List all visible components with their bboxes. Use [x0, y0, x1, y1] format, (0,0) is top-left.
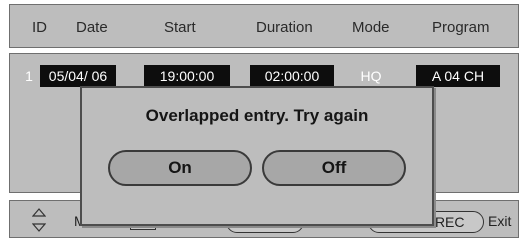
exit-label: Exit: [488, 213, 512, 229]
column-header-date: Date: [76, 19, 108, 36]
on-button[interactable]: On: [108, 150, 252, 186]
dialog-message: Overlapped entry. Try again: [145, 106, 369, 125]
entry-mode[interactable]: HQ: [356, 65, 386, 87]
up-down-arrow-icon: [32, 208, 46, 232]
column-header-bar: ID Date Start Duration Mode Program: [9, 4, 519, 48]
column-header-duration: Duration: [256, 19, 313, 36]
column-header-start: Start: [164, 19, 196, 36]
entry-date[interactable]: 05/04/ 06: [40, 65, 116, 87]
column-header-program: Program: [432, 19, 490, 36]
entry-duration[interactable]: 02:00:00: [250, 65, 334, 87]
column-header-mode: Mode: [352, 19, 390, 36]
column-header-id: ID: [32, 19, 47, 36]
entry-program[interactable]: A 04 CH: [416, 65, 500, 87]
entry-start[interactable]: 19:00:00: [144, 65, 230, 87]
overlap-warning-dialog: Overlapped entry. Try again On Off: [80, 86, 434, 226]
off-button[interactable]: Off: [262, 150, 406, 186]
entry-id: 1: [25, 68, 33, 84]
